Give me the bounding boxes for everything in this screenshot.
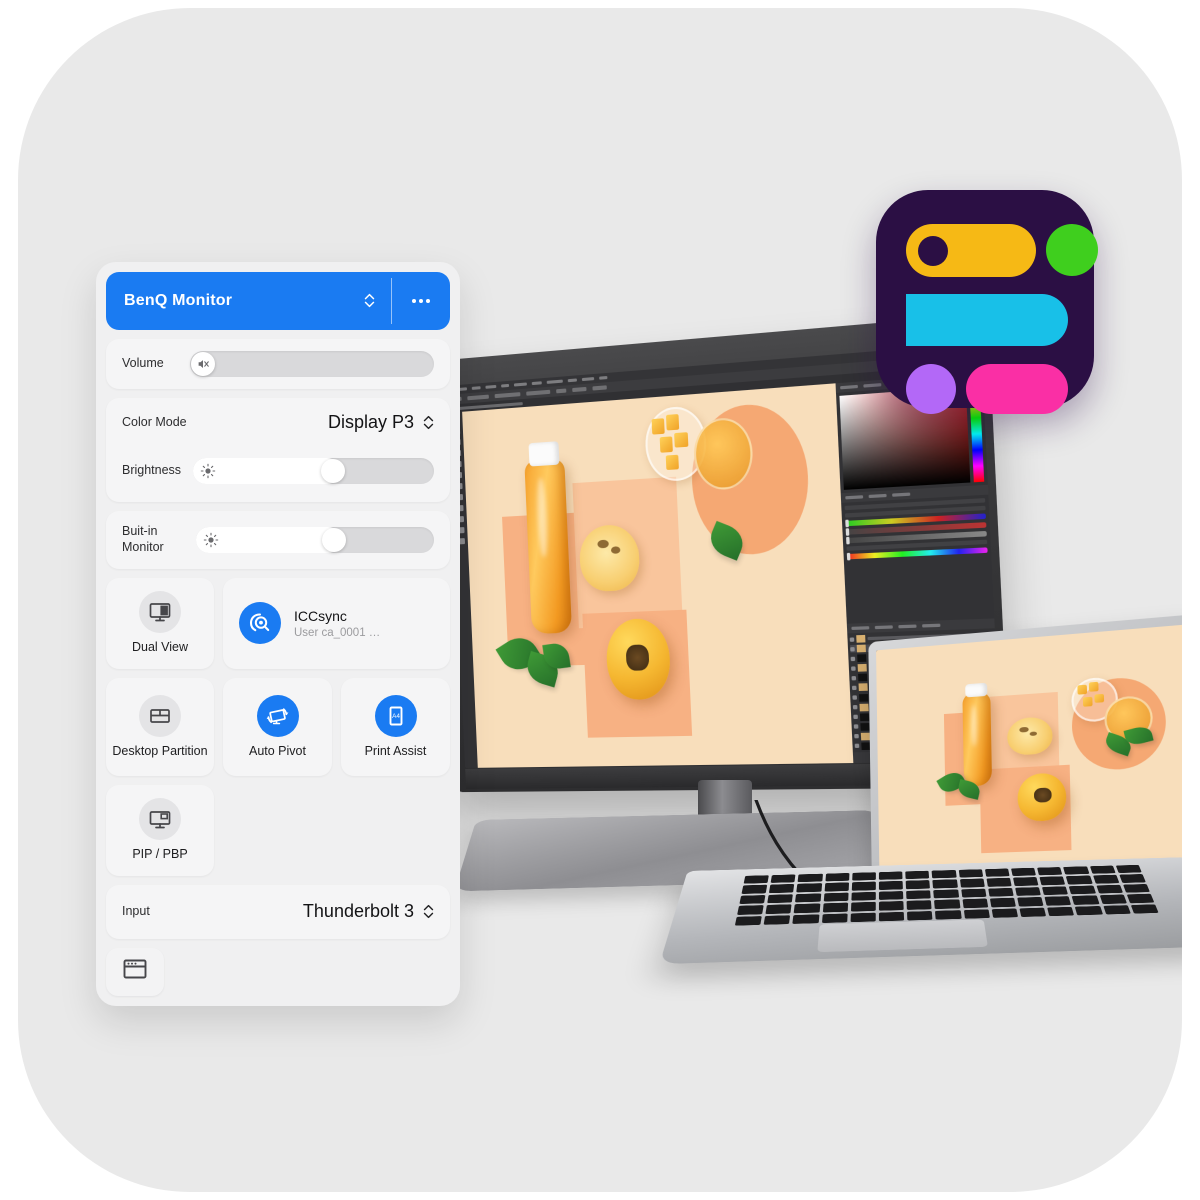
panel-title: BenQ Monitor [124,291,233,309]
laptop-lid [868,613,1182,890]
print-assist-a4-icon: A4 [374,694,417,737]
chevron-updown-icon [364,293,375,308]
tiles-row-3-spacer [223,785,450,876]
green-dot-shape [1046,224,1098,276]
volume-knob[interactable] [190,351,215,376]
laptop [659,613,1182,1028]
laptop-keyboard[interactable] [734,864,1159,926]
ellipsis-icon [412,298,430,303]
laptop-base [659,857,1182,965]
pip-pbp-label: PIP / PBP [132,847,188,862]
display-pilot-app-icon[interactable] [876,190,1098,414]
panel-footer [106,947,450,996]
brightness-sun-icon [203,532,219,553]
input-stepper-icon[interactable] [423,904,434,919]
volume-label: Volume [122,356,164,371]
tile-desktop-partition[interactable]: Desktop Partition [106,677,214,777]
tile-auto-pivot[interactable]: Auto Pivot [223,677,332,777]
window-osd-icon [122,957,148,986]
more-options-button[interactable] [392,272,450,330]
color-mode-value: Display P3 [327,412,414,433]
product-canvas: BenQ Monitor Volume Color Mode Display P… [18,8,1182,1192]
tile-pip-pbp[interactable]: PIP / PBP [106,785,214,876]
screenshot-stage: BenQ Monitor Volume Color Mode Display P… [0,0,1200,1200]
color-mode-label: Color Mode [122,415,187,430]
pink-pill-shape [966,364,1068,414]
iccsync-title: ICCsync [294,607,347,624]
brightness-label: Brightness [122,463,182,478]
osd-window-button[interactable] [106,947,164,996]
iccsync-text: ICCsync User ca_0001 … [294,608,380,639]
monitor-selector[interactable]: BenQ Monitor [106,272,391,330]
color-brightness-card: Color Mode Display P3 Brightness [106,397,450,502]
tiles-row-2: Desktop Partition Auto Pivot A4 Print As… [106,677,450,777]
iccsync-card[interactable]: ICCsync User ca_0001 … [223,577,450,669]
iccsync-icon [239,602,281,645]
brightness-slider[interactable] [193,457,434,484]
toggle-knob-hole [918,236,948,266]
tiles-row-1: Dual View ICCsync User ca_0001 … [106,577,450,669]
auto-pivot-rotate-icon [256,694,299,737]
input-card: Input Thunderbolt 3 [106,884,450,939]
cyan-bar-shape [906,294,1068,346]
purple-dot-shape [906,364,956,414]
volume-card: Volume [106,338,450,389]
speaker-mute-icon [198,359,209,368]
laptop-trackpad[interactable] [817,919,988,953]
input-label: Input [122,904,150,919]
color-mode-stepper-icon[interactable] [423,415,434,430]
tiles-row-3: PIP / PBP [106,785,450,876]
color-mode-row[interactable]: Color Mode Display P3 [106,398,450,448]
svg-text:A4: A4 [392,713,400,720]
volume-row: Volume [106,339,450,389]
brightness-knob[interactable] [320,458,345,483]
properties-panel [841,495,994,624]
tile-print-assist[interactable]: A4 Print Assist [341,677,450,777]
input-value: Thunderbolt 3 [302,901,414,922]
builtin-monitor-knob[interactable] [322,527,347,552]
volume-slider[interactable] [189,350,434,377]
dual-view-label: Dual View [131,640,189,655]
builtin-monitor-row: Buit-in Monitor [106,511,450,569]
desktop-partition-label: Desktop Partition [112,743,208,758]
pip-pbp-monitor-icon [139,798,181,841]
builtin-monitor-slider[interactable] [196,526,434,553]
laptop-persimmon-juice-photo [876,623,1182,878]
panel-header: BenQ Monitor [106,272,450,330]
builtin-monitor-card: Buit-in Monitor [106,510,450,569]
builtin-monitor-label: Buit-in Monitor [122,524,164,554]
print-assist-label: Print Assist [364,743,427,758]
dual-view-monitor-icon [139,591,181,634]
laptop-screen [876,623,1182,878]
auto-pivot-label: Auto Pivot [249,743,306,758]
iccsync-subtitle: User ca_0001 … [294,626,381,639]
tile-dual-view[interactable]: Dual View [106,577,214,669]
benq-display-pilot-panel: BenQ Monitor Volume Color Mode Display P… [96,262,460,1006]
input-row[interactable]: Input Thunderbolt 3 [106,885,450,939]
brightness-row: Brightness [106,448,450,502]
desktop-partition-grid-icon [139,694,181,737]
brightness-sun-icon [200,463,216,484]
